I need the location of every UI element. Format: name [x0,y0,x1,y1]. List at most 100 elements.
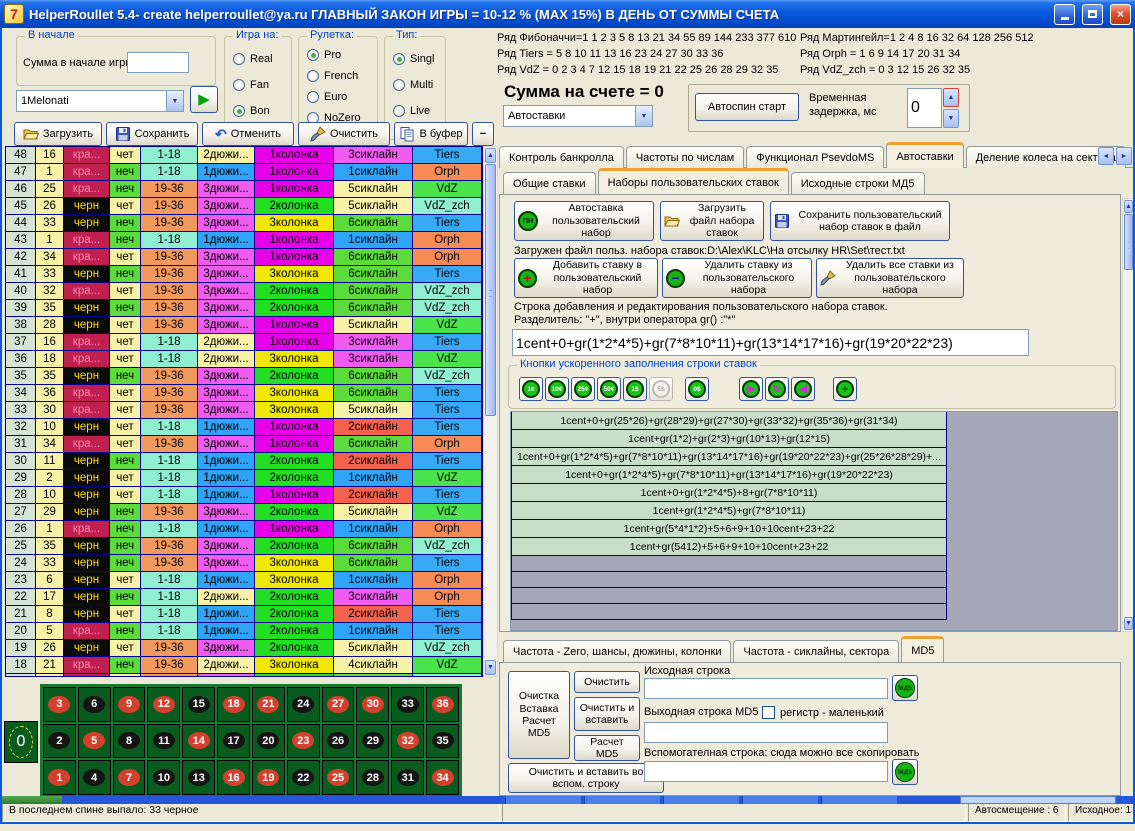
scroll-down-icon[interactable]: ▼ [485,660,496,675]
board-cell-19[interactable]: 19 [252,760,285,795]
board-cell-9[interactable]: 9 [113,687,146,722]
freq-tab-1[interactable]: Частота - сиклайны, сектора [733,640,899,662]
load-set-file-button[interactable]: Загрузить файл набора ставок [660,201,764,241]
chevron-down-icon[interactable]: ▼ [635,106,652,126]
history-row[interactable]: 4032кра...чет19-363дюжи...2колонка6сикла… [6,283,482,300]
md5-calc-button[interactable]: Расчет MD5 [574,735,640,761]
bet-string-row[interactable]: 1cent+gr(1*2*4*5)+gr(7*8*10*11) [511,501,947,520]
board-cell-30[interactable]: 30 [356,687,389,722]
maximize-button[interactable] [1082,4,1103,25]
taskbar-button[interactable] [821,796,897,804]
history-row[interactable]: 2810чернчет1-181дюжи...1колонка2сиклайнT… [6,487,482,504]
bet-string-row[interactable]: 1cent+gr(5412)+5+6+9+10+10cent+23+22 [511,537,947,556]
board-cell-15[interactable]: 15 [182,687,215,722]
board-cell-20[interactable]: 20 [252,724,285,759]
history-row[interactable]: 3330кра...чет19-363дюжи...3колонка5сикла… [6,402,482,419]
scroll-down-icon[interactable]: ▼ [1124,617,1133,630]
md5-calc-aux-button[interactable]: МД5 [892,759,918,785]
history-row[interactable]: 3134кра...чет19-363дюжи...1колонка6сикла… [6,436,482,453]
md5-clear-paste-calc-button[interactable]: Очистка Вставка Расчет MD5 [508,671,570,759]
start-button[interactable] [0,796,62,804]
undo-button[interactable]: ↶ Отменить [202,122,294,146]
radio-multi[interactable]: Multi [393,79,433,91]
coin-button-4[interactable]: 1$ [623,377,647,401]
bet-string-row[interactable]: 1cent+0+gr(1*2*4*5)+gr(7*8*10*11)+gr(13*… [511,465,947,484]
board-cell-7[interactable]: 7 [113,760,146,795]
scrollbar-thumb[interactable] [1124,214,1133,270]
history-row[interactable]: 1926чернчет19-363дюжи...2колонка5сиклайн… [6,640,482,657]
board-cell-31[interactable]: 31 [391,760,424,795]
history-row[interactable]: 471кра...неч1-181дюжи...1колонка1сиклайн… [6,164,482,181]
history-row[interactable]: 2433черннеч19-363дюжи...3колонка6сиклайн… [6,555,482,572]
board-cell-5[interactable]: 5 [78,724,111,759]
coin-button-2[interactable]: 25¢ [571,377,595,401]
top-tab-1[interactable]: Частоты по числам [626,146,744,168]
board-cell-8[interactable]: 8 [113,724,146,759]
history-row[interactable]: 3436кра...чет19-363дюжи...3колонка6сикла… [6,385,482,402]
md5-clear-paste-button[interactable]: Очистить и вставить [574,697,640,731]
md5-out-input[interactable] [644,722,888,743]
board-cell-25[interactable]: 25 [322,760,355,795]
load-button[interactable]: Загрузить [14,122,102,146]
board-cell-3[interactable]: 3 [43,687,76,722]
save-set-file-button[interactable]: Сохранить пользовательский набор ставок … [770,201,950,241]
board-cell-32[interactable]: 32 [391,724,424,759]
minimize-button[interactable] [1054,4,1075,25]
top-tab-2[interactable]: Функционал PsevdoMS [746,146,884,168]
board-cell-17[interactable]: 17 [217,724,250,759]
history-row[interactable]: 3535черннеч19-363дюжи...2колонка6сиклайн… [6,368,482,385]
history-row[interactable]: 3618кра...чет1-182дюжи...3колонка3сиклай… [6,351,482,368]
tabs-scroll-right-icon[interactable]: ► [1116,147,1132,165]
board-cell-10[interactable]: 10 [147,760,180,795]
board-cell-14[interactable]: 14 [182,724,215,759]
history-row[interactable]: 2729черннеч19-363дюжи...2колонка5сиклайн… [6,504,482,521]
history-row[interactable]: 4816кра...чет1-182дюжи...1колонка3сиклай… [6,147,482,164]
bet-string-row[interactable]: 1cent+gr(5*4*1*2)+5+6+9+10+10cent+23+22 [511,519,947,538]
system-combo[interactable]: 1Melonati ▼ [16,90,184,112]
clear-button[interactable]: Очистить [298,122,390,146]
spin-up-icon[interactable]: ▲ [943,88,959,107]
history-row[interactable]: 431кра...неч1-181дюжи...1колонка1сиклайн… [6,232,482,249]
board-cell-26[interactable]: 26 [322,724,355,759]
to-buffer-button[interactable]: В буфер [394,122,468,146]
radio-singl[interactable]: Singl [393,53,434,65]
history-row[interactable]: 4433черннеч19-363дюжи...3колонка6сиклайн… [6,215,482,232]
board-cell-13[interactable]: 13 [182,760,215,795]
board-cell-22[interactable]: 22 [287,760,320,795]
delay-value[interactable]: 0 [907,88,942,128]
history-row[interactable]: 2217черннеч1-182дюжи...2колонка3сиклайнO… [6,589,482,606]
board-cell-21[interactable]: 21 [252,687,285,722]
md5-source-input[interactable] [644,678,888,699]
board-cell-12[interactable]: 12 [147,687,180,722]
taskbar-button[interactable] [663,796,739,804]
radio-real[interactable]: Real [233,53,273,65]
board-cell-4[interactable]: 4 [78,760,111,795]
fill-scatter-button[interactable]: + [833,377,857,401]
tabs-scroll-left-icon[interactable]: ◄ [1098,147,1114,165]
history-row[interactable]: 218чернчет1-181дюжи...2колонка2сиклайнTi… [6,606,482,623]
autospin-start-button[interactable]: Автоспин старт [695,93,799,121]
history-row[interactable]: 236чернчет1-181дюжи...3колонка1сиклайнOr… [6,572,482,589]
taskbar-button[interactable] [584,796,660,804]
bet-string-row[interactable]: 1cent+0+gr(25*26)+gr(28*29)+gr(27*30)+gr… [511,411,947,430]
board-cell-zero[interactable]: 0 [4,721,38,763]
coin-button-0[interactable]: 1¢ [519,377,543,401]
md5-clear-button[interactable]: Очистить [574,671,640,693]
run-system-button[interactable]: ▶ [190,86,218,113]
board-cell-33[interactable]: 33 [391,687,424,722]
board-cell-27[interactable]: 27 [322,687,355,722]
history-row[interactable]: 3210чернчет1-181дюжи...1колонка2сиклайнT… [6,419,482,436]
radio-french[interactable]: French [307,70,358,82]
remove-bet-button[interactable]: − Удалить ставку из пользовательского на… [662,258,812,298]
radio-euro[interactable]: Euro [307,91,347,103]
taskbar-button-active[interactable] [960,796,1116,804]
history-row[interactable]: 3011черннеч1-181дюжи...2колонка2сиклайнT… [6,453,482,470]
board-cell-2[interactable]: 2 [43,724,76,759]
remove-all-bets-button[interactable]: Удалить все ставки из пользовательского … [816,258,964,298]
top-tab-3[interactable]: Автоставки [886,142,963,168]
board-cell-28[interactable]: 28 [356,760,389,795]
start-sum-input[interactable] [127,52,189,73]
freq-tab-0[interactable]: Частота - Zero, шансы, дюжины, колонки [503,640,731,662]
history-row[interactable]: 1732кра...чет19-363дюжи...2колонка6сикла… [6,674,482,677]
history-row[interactable]: 4526чернчет19-363дюжи...2колонка5сиклайн… [6,198,482,215]
